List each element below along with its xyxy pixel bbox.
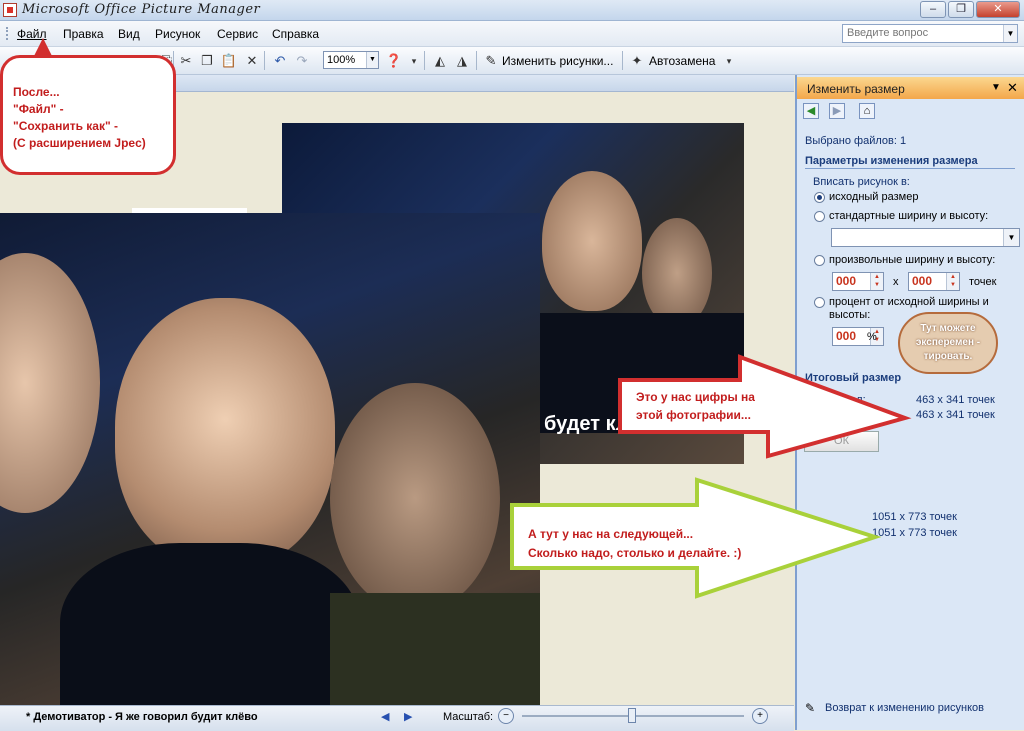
- instruction-callout: После... "Файл" - "Сохранить как" - (С р…: [0, 38, 176, 175]
- experiment-cloud-note: Тут можете эксперемен - тировать.: [898, 312, 998, 374]
- red-arrow-line: этой фотографии...: [636, 408, 751, 422]
- red-arrow: [618, 354, 912, 459]
- callout-line: (С расширением Jpec): [13, 136, 146, 150]
- green-arrow-line: Сколько надо, столько и делайте. :): [528, 546, 741, 560]
- cloud-line: эксперемен -: [915, 337, 981, 348]
- callout-line: После...: [13, 85, 60, 99]
- green-arrow-line: А тут у нас на следующей...: [528, 527, 693, 541]
- cloud-line: тировать.: [923, 351, 973, 362]
- callout-line: "Сохранить как" -: [13, 119, 118, 133]
- red-arrow-line: Это у нас цифры на: [636, 390, 755, 404]
- callout-line: "Файл" -: [13, 102, 64, 116]
- cloud-line: Тут можете: [920, 323, 976, 334]
